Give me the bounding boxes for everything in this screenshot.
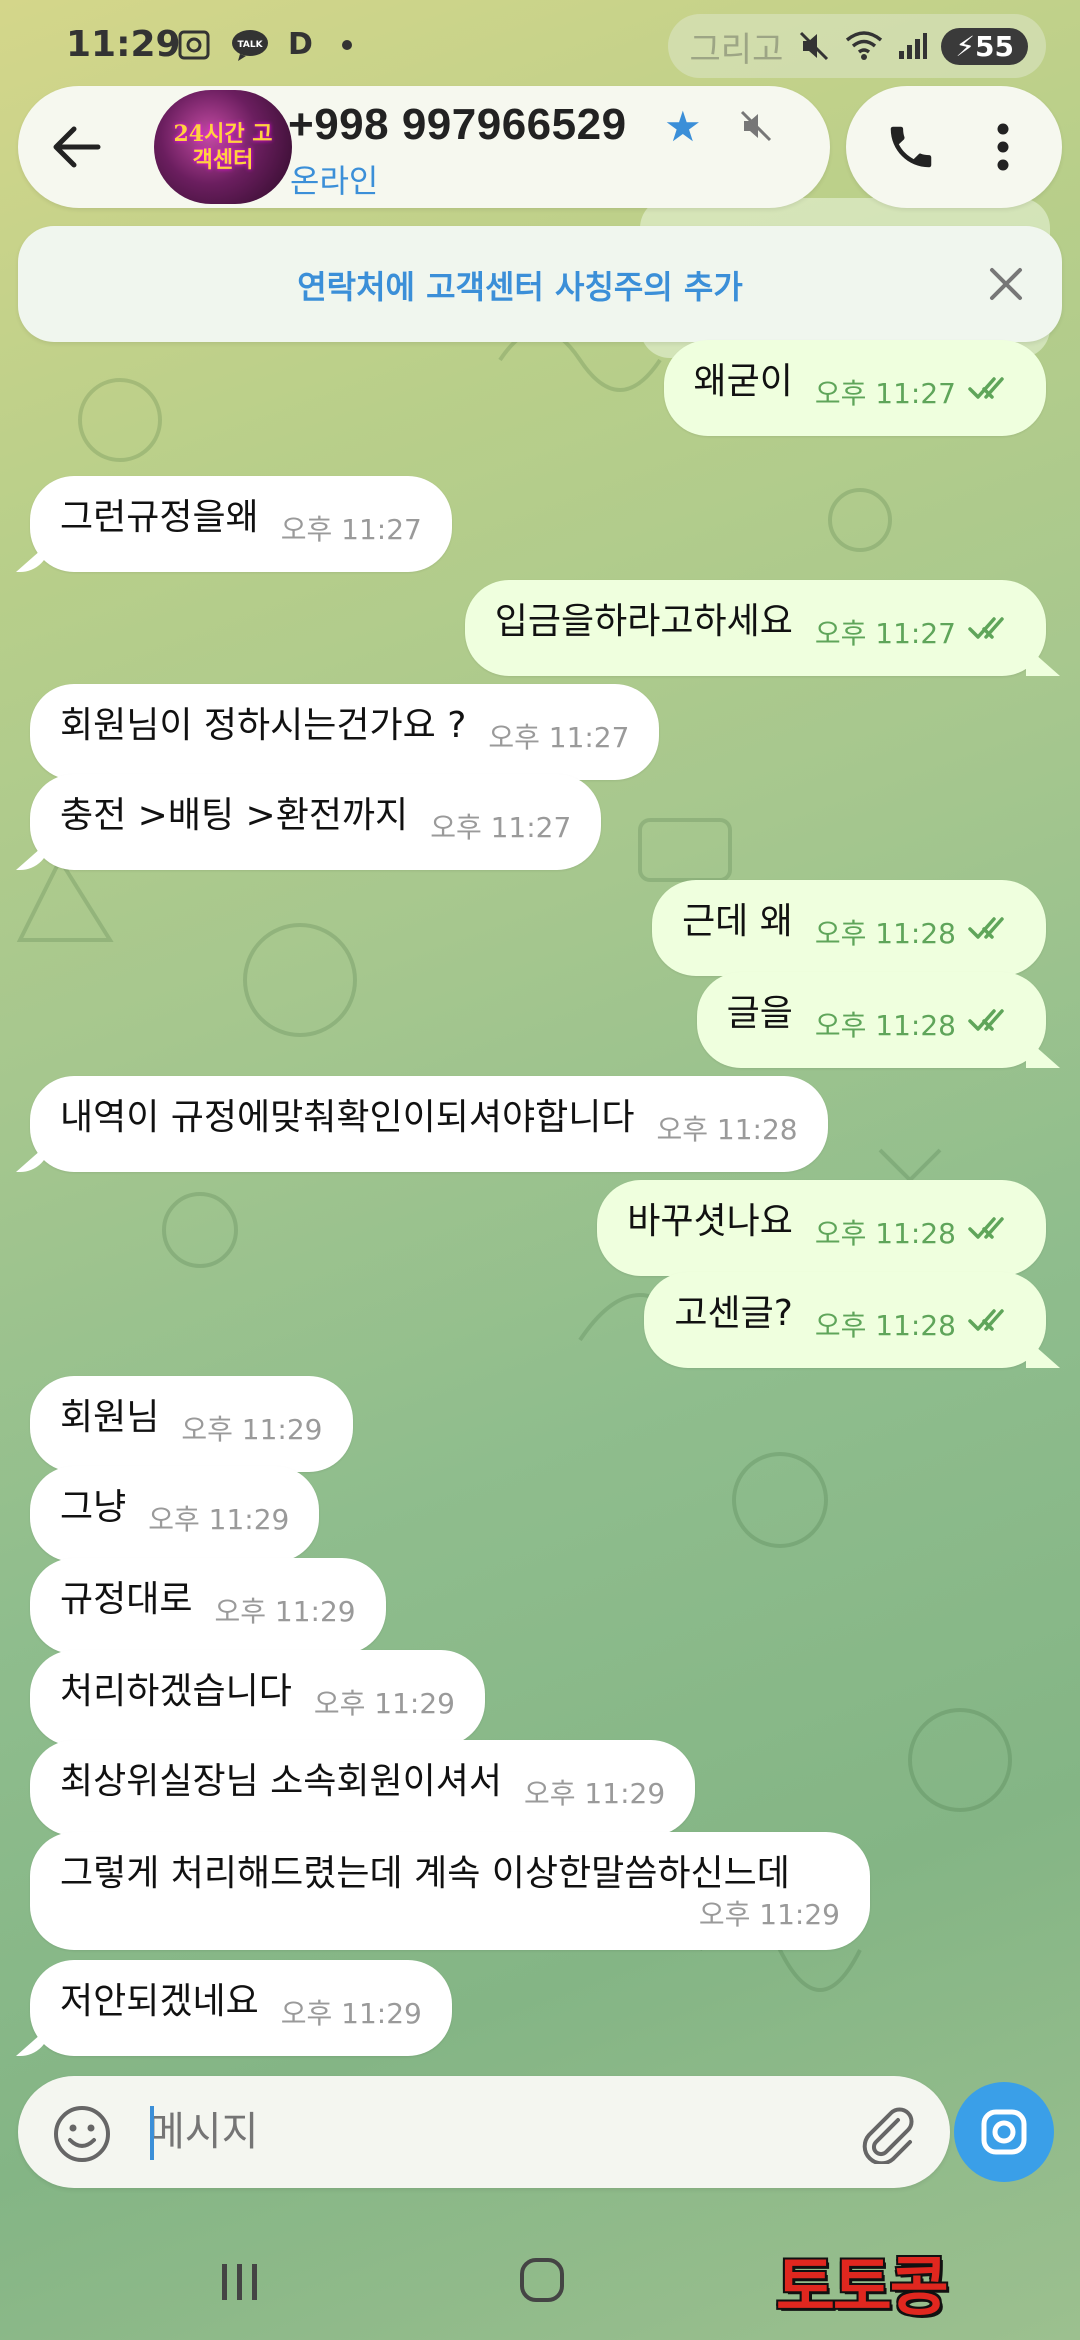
message-time: 오후 11:29 — [698, 1898, 840, 1931]
incoming-message[interactable]: 내역이 규정에맞춰확인이되셔야합니다 오후 11:28 — [30, 1076, 828, 1172]
battery-indicator: ⚡55 — [941, 27, 1028, 65]
avatar[interactable]: 24시간 고객센터 — [154, 90, 292, 204]
incoming-message[interactable]: 처리하겠습니다 오후 11:29 — [30, 1650, 485, 1746]
message-text: 처리하겠습니다 — [60, 1671, 292, 1712]
message-time: 오후 11:29 — [313, 1687, 455, 1720]
signal-icon — [899, 33, 928, 59]
incoming-message[interactable]: 최상위실장님 소속회원이셔서 오후 11:29 — [30, 1740, 696, 1836]
muted-icon — [740, 110, 772, 142]
message-time: 오후 11:29 — [280, 1997, 422, 2030]
status-bar: 11:29 TALK D 그리고 ⚡55 — [0, 0, 1080, 90]
kakaotalk-icon: TALK — [232, 30, 268, 61]
outgoing-message[interactable]: 입금을하라고하세요 오후 11:27 — [464, 580, 1046, 676]
message-time: 오후 11:27 — [814, 377, 956, 410]
message-text: 회원님이 정하시는건가요 ? — [60, 705, 467, 746]
message-text: 입금을하라고하세요 — [494, 601, 793, 642]
read-ticks-icon — [968, 998, 1016, 1046]
message-text: 바꾸셧나요 — [627, 1201, 793, 1242]
read-ticks-icon — [968, 366, 1016, 414]
incoming-message[interactable]: 그렇게 처리해드렸는데 계속 이상한말씀하신느데오후 11:29 — [30, 1832, 870, 1950]
paperclip-icon[interactable] — [854, 2100, 918, 2164]
message-text: 회원님 — [60, 1397, 160, 1438]
mute-status-icon — [800, 31, 829, 61]
message-input[interactable] — [148, 2102, 708, 2162]
outgoing-message[interactable]: 왜굳이 오후 11:27 — [663, 340, 1046, 436]
outgoing-message[interactable]: 글을 오후 11:28 — [696, 972, 1046, 1068]
star-icon: ★ — [664, 102, 702, 151]
message-text: 왜굳이 — [693, 361, 793, 402]
avatar-text: 24시간 고객센터 — [173, 121, 273, 173]
message-time: 오후 11:28 — [814, 1217, 956, 1250]
message-input-bar — [18, 2076, 950, 2188]
read-ticks-icon — [968, 1298, 1016, 1346]
incoming-message[interactable]: 그런규정을왜 오후 11:27 — [30, 476, 452, 572]
wifi-icon — [846, 31, 883, 60]
incoming-message[interactable]: 회원님이 정하시는건가요 ? 오후 11:27 — [30, 684, 660, 780]
contact-name[interactable]: +998 997966529 — [288, 100, 627, 150]
message-time: 오후 11:29 — [181, 1413, 323, 1446]
close-icon[interactable] — [984, 262, 1028, 306]
add-contact-banner[interactable]: 연락처에 고객센터 사칭주의 추가 — [18, 226, 1062, 342]
chat-header[interactable]: 24시간 고객센터 +998 997966529 ★ 온라인 — [18, 86, 830, 208]
emoji-icon[interactable] — [52, 2104, 112, 2164]
status-right-cluster: 그리고 ⚡55 — [667, 14, 1046, 78]
back-button[interactable] — [20, 90, 134, 204]
home-button[interactable] — [520, 2258, 564, 2302]
svg-text:TALK: TALK — [237, 40, 263, 50]
message-text: 그냥 — [60, 1487, 127, 1528]
message-time: 오후 11:27 — [814, 617, 956, 650]
incoming-message[interactable]: 충전 >배팅 >환전까지 오후 11:27 — [30, 774, 602, 870]
message-text: 고센글? — [674, 1293, 793, 1334]
status-time: 11:29 — [66, 24, 181, 65]
message-text: 충전 >배팅 >환전까지 — [60, 795, 409, 836]
message-time: 오후 11:28 — [814, 917, 956, 950]
incoming-message[interactable]: 그냥 오후 11:29 — [30, 1466, 320, 1562]
message-text: 내역이 규정에맞춰확인이되셔야합니다 — [60, 1097, 635, 1138]
message-time: 오후 11:27 — [280, 513, 422, 546]
online-status: 온라인 — [290, 162, 379, 200]
message-time: 오후 11:28 — [656, 1113, 798, 1146]
outgoing-message[interactable]: 고센글? 오후 11:28 — [644, 1272, 1046, 1368]
message-text: 최상위실장님 소속회원이셔서 — [60, 1761, 503, 1802]
message-text: 그렇게 처리해드렸는데 계속 이상한말씀하신느데 — [60, 1853, 790, 1894]
read-ticks-icon — [968, 1206, 1016, 1254]
notification-dot-icon — [342, 40, 352, 50]
arrow-left-icon — [53, 126, 101, 168]
message-time: 오후 11:29 — [148, 1503, 290, 1536]
screenshot-icon — [178, 30, 210, 60]
outgoing-message[interactable]: 근데 왜 오후 11:28 — [652, 880, 1046, 976]
add-contact-banner-text[interactable]: 연락처에 고객센터 사칭주의 추가 — [18, 262, 1062, 308]
more-options-button[interactable] — [978, 112, 1028, 182]
message-text: 글을 — [726, 993, 793, 1034]
message-time: 오후 11:27 — [430, 811, 572, 844]
header-actions — [846, 86, 1062, 208]
status-ghost-text: 그리고 — [689, 29, 784, 70]
message-text: 근데 왜 — [682, 901, 793, 942]
read-ticks-icon — [968, 906, 1016, 954]
call-button[interactable] — [876, 112, 946, 182]
status-notification-icons: TALK D — [176, 28, 354, 62]
more-vertical-icon — [997, 123, 1009, 171]
read-ticks-icon — [968, 606, 1016, 654]
message-text: 저안되겠네요 — [60, 1981, 259, 2022]
incoming-message[interactable]: 저안되겠네요 오후 11:29 — [30, 1960, 452, 2056]
outgoing-message[interactable]: 바꾸셧나요 오후 11:28 — [597, 1180, 1046, 1276]
d-app-icon: D — [288, 27, 313, 62]
watermark: 토토콩 — [776, 2251, 949, 2325]
message-time: 오후 11:29 — [214, 1595, 356, 1628]
incoming-message[interactable]: 규정대로 오후 11:29 — [30, 1558, 386, 1654]
message-time: 오후 11:27 — [488, 721, 630, 754]
message-text: 규정대로 — [60, 1579, 193, 1620]
battery-level: 55 — [975, 29, 1014, 63]
message-text: 그런규정을왜 — [60, 497, 259, 538]
phone-icon — [890, 126, 932, 168]
message-time: 오후 11:28 — [814, 1009, 956, 1042]
incoming-message[interactable]: 회원님 오후 11:29 — [30, 1376, 353, 1472]
message-time: 오후 11:29 — [524, 1777, 666, 1810]
recents-icon[interactable] — [218, 2260, 262, 2304]
camera-icon — [981, 2109, 1027, 2155]
message-time: 오후 11:28 — [814, 1309, 956, 1342]
text-caret — [150, 2106, 154, 2160]
camera-button[interactable] — [954, 2082, 1054, 2182]
